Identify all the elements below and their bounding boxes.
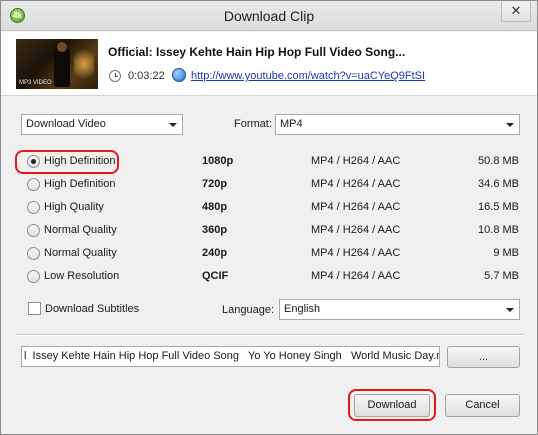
chevron-down-icon bbox=[169, 123, 177, 127]
language-label: Language: bbox=[222, 304, 274, 316]
quality-label: Normal Quality bbox=[44, 247, 117, 259]
quality-radio[interactable] bbox=[27, 201, 40, 214]
quality-label: High Quality bbox=[44, 201, 104, 213]
quality-format: MP4 / H264 / AAC bbox=[311, 178, 401, 190]
download-mode-value: Download Video bbox=[26, 118, 106, 130]
quality-resolution: 720p bbox=[202, 178, 228, 190]
video-thumbnail: MP3 VIDEO bbox=[16, 39, 98, 89]
quality-size: 9 MB bbox=[493, 247, 519, 259]
quality-option[interactable]: High Quality 480p MP4 / H264 / AAC 16.5 MB bbox=[1, 197, 537, 219]
cancel-button[interactable]: Cancel bbox=[445, 394, 520, 417]
clip-title: Official: Issey Kehte Hain Hip Hop Full … bbox=[108, 45, 406, 59]
quality-size: 34.6 MB bbox=[478, 178, 519, 190]
quality-format: MP4 / H264 / AAC bbox=[311, 224, 401, 236]
quality-format: MP4 / H264 / AAC bbox=[311, 270, 401, 282]
quality-radio[interactable] bbox=[27, 224, 40, 237]
language-select[interactable]: English bbox=[279, 299, 520, 320]
clip-url-link[interactable]: http://www.youtube.com/watch?v=uaCYeQ9Ft… bbox=[191, 70, 425, 82]
quality-radio[interactable] bbox=[27, 247, 40, 260]
quality-radio[interactable] bbox=[27, 178, 40, 191]
clock-icon bbox=[109, 70, 121, 82]
quality-resolution: QCIF bbox=[202, 270, 229, 282]
quality-option[interactable]: Low Resolution QCIF MP4 / H264 / AAC 5.7 MB bbox=[1, 266, 537, 288]
quality-resolution: 480p bbox=[202, 201, 228, 213]
window-title: Download Clip bbox=[223, 8, 315, 24]
thumbnail-caption: MP3 VIDEO bbox=[19, 80, 52, 86]
chevron-down-icon bbox=[506, 308, 514, 312]
quality-size: 50.8 MB bbox=[478, 155, 519, 167]
browse-button[interactable]: ... bbox=[447, 346, 520, 368]
title-bar[interactable]: 4k Download Clip ✕ bbox=[1, 1, 537, 31]
filename-field[interactable]: l Issey Kehte Hain Hip Hop Full Video So… bbox=[21, 346, 440, 367]
quality-format: MP4 / H264 / AAC bbox=[311, 201, 401, 213]
selected-quality-highlight bbox=[15, 150, 119, 174]
language-value: English bbox=[284, 303, 321, 315]
chevron-down-icon bbox=[506, 123, 514, 127]
quality-label: High Definition bbox=[44, 178, 116, 190]
quality-option[interactable]: Normal Quality 240p MP4 / H264 / AAC 9 MB bbox=[1, 243, 537, 265]
quality-size: 5.7 MB bbox=[484, 270, 519, 282]
format-label: Format: bbox=[234, 118, 272, 130]
quality-size: 10.8 MB bbox=[478, 224, 519, 236]
quality-size: 16.5 MB bbox=[478, 201, 519, 213]
format-select[interactable]: MP4 bbox=[275, 114, 520, 135]
download-clip-dialog: 4k Download Clip ✕ MP3 VIDEO Official: I… bbox=[0, 0, 538, 435]
separator bbox=[15, 334, 523, 336]
globe-icon bbox=[172, 68, 186, 82]
quality-option[interactable]: Normal Quality 360p MP4 / H264 / AAC 10.8 M… bbox=[1, 220, 537, 242]
close-button[interactable]: ✕ bbox=[501, 2, 531, 22]
download-subtitles-checkbox[interactable] bbox=[28, 302, 41, 315]
clip-duration: 0:03:22 bbox=[128, 70, 165, 82]
download-mode-select[interactable]: Download Video bbox=[21, 114, 183, 135]
quality-format: MP4 / H264 / AAC bbox=[311, 155, 401, 167]
quality-format: MP4 / H264 / AAC bbox=[311, 247, 401, 259]
quality-label: Normal Quality bbox=[44, 224, 117, 236]
quality-resolution: 360p bbox=[202, 224, 228, 236]
download-button-highlight bbox=[348, 389, 436, 421]
quality-radio[interactable] bbox=[27, 270, 40, 283]
format-value: MP4 bbox=[280, 118, 303, 130]
quality-resolution: 240p bbox=[202, 247, 228, 259]
clip-info: MP3 VIDEO Official: Issey Kehte Hain Hip… bbox=[1, 32, 537, 96]
quality-option[interactable]: High Definition 720p MP4 / H264 / AAC 34.6 … bbox=[1, 174, 537, 196]
quality-label: Low Resolution bbox=[44, 270, 120, 282]
download-subtitles-label: Download Subtitles bbox=[45, 303, 140, 315]
quality-resolution: 1080p bbox=[202, 155, 234, 167]
